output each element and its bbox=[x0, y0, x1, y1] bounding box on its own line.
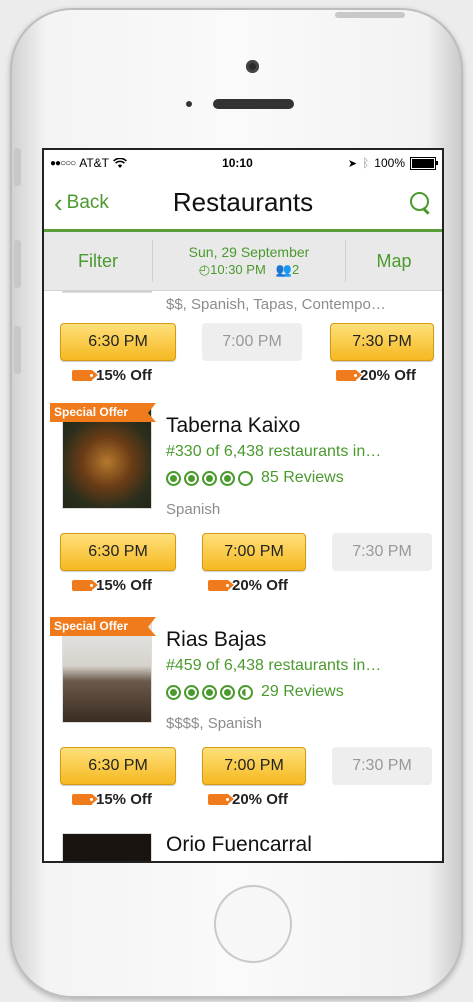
rating-bubble-icon bbox=[220, 684, 235, 700]
special-offer-badge: Special Offer bbox=[50, 617, 156, 636]
discount-label: 20% Off bbox=[208, 577, 288, 594]
filter-bar: Filter Sun, 29 September ◴10:30 PM 👥2 Ma… bbox=[44, 232, 442, 291]
party-size-label: 2 bbox=[291, 262, 300, 277]
restaurant-name: Rias Bajas bbox=[166, 628, 267, 651]
time-slot-button[interactable]: 7:30 PM bbox=[330, 323, 434, 361]
rating-bubble-icon bbox=[184, 684, 199, 700]
restaurant-card[interactable]: Orio Fuencarral bbox=[44, 821, 442, 861]
volume-up-button bbox=[14, 240, 21, 288]
price-tag-icon bbox=[72, 370, 98, 381]
restaurant-tags: $$$$, Spanish bbox=[166, 715, 262, 732]
rating-bubble-icon bbox=[184, 470, 199, 486]
restaurant-card[interactable]: $$, Spanish, Tapas, Contempo… 6:30 PM 7:… bbox=[44, 291, 442, 394]
review-count[interactable]: 29 Reviews bbox=[261, 683, 344, 701]
restaurant-tags: $$, Spanish, Tapas, Contempo… bbox=[166, 296, 386, 313]
date-label: Sun, 29 September bbox=[188, 244, 310, 260]
rating-bubble-icon bbox=[238, 470, 253, 486]
price-tag-icon bbox=[336, 370, 362, 381]
rating-bubble-icon bbox=[202, 470, 217, 486]
time-slot-unavailable: 7:30 PM bbox=[332, 747, 432, 785]
special-offer-badge: Special Offer bbox=[50, 403, 156, 422]
discount-label: 20% Off bbox=[336, 367, 416, 384]
time-slot-button[interactable]: 6:30 PM bbox=[60, 747, 176, 785]
restaurant-photo bbox=[62, 291, 152, 293]
time-slot-unavailable: 7:30 PM bbox=[332, 533, 432, 571]
discount-label: 15% Off bbox=[72, 577, 152, 594]
mute-switch bbox=[14, 148, 21, 186]
restaurant-name: Orio Fuencarral bbox=[166, 833, 312, 856]
bluetooth-icon: ᛒ bbox=[362, 156, 370, 170]
time-slot-unavailable: 7:00 PM bbox=[202, 323, 302, 361]
earpiece-speaker bbox=[213, 99, 294, 109]
status-bar: ●●○○○ AT&T 10:10 ➤ ᛒ 100% bbox=[44, 150, 442, 176]
wifi-icon bbox=[113, 157, 127, 168]
search-icon[interactable] bbox=[408, 191, 432, 215]
front-camera bbox=[246, 60, 259, 73]
discount-label: 15% Off bbox=[72, 367, 152, 384]
restaurant-tags: Spanish bbox=[166, 501, 221, 518]
home-button[interactable] bbox=[214, 885, 292, 963]
rating-bubble-icon bbox=[166, 470, 181, 486]
map-button[interactable]: Map bbox=[346, 240, 442, 282]
battery-icon bbox=[410, 156, 438, 170]
clock-icon: ◴ bbox=[198, 262, 211, 277]
rating-row: 29 Reviews bbox=[166, 683, 344, 701]
rating-bubble-icon bbox=[220, 470, 235, 486]
time-slot-button[interactable]: 6:30 PM bbox=[60, 323, 176, 361]
rating-row: 85 Reviews bbox=[166, 469, 344, 487]
restaurant-card[interactable]: Special Offer Rias Bajas #459 of 6,438 r… bbox=[44, 607, 442, 822]
people-icon: 👥 bbox=[275, 262, 292, 277]
carrier-label: AT&T bbox=[79, 156, 109, 170]
restaurant-card[interactable]: Special Offer Taberna Kaixo #330 of 6,43… bbox=[44, 393, 442, 608]
price-tag-icon bbox=[72, 580, 98, 591]
location-icon: ➤ bbox=[347, 157, 358, 170]
restaurant-list: $$, Spanish, Tapas, Contempo… 6:30 PM 7:… bbox=[44, 291, 442, 861]
signal-icon: ●●○○○ bbox=[50, 157, 76, 169]
volume-down-button bbox=[14, 326, 21, 374]
price-tag-icon bbox=[208, 794, 234, 805]
proximity-sensor bbox=[186, 101, 192, 107]
battery-percent: 100% bbox=[374, 156, 405, 170]
rating-bubble-icon bbox=[202, 684, 217, 700]
date-time-selector[interactable]: Sun, 29 September ◴10:30 PM 👥2 bbox=[153, 240, 346, 282]
restaurant-rank: #330 of 6,438 restaurants in… bbox=[166, 443, 382, 460]
time-slot-button[interactable]: 6:30 PM bbox=[60, 533, 176, 571]
filter-button[interactable]: Filter bbox=[44, 240, 153, 282]
app-screen: ●●○○○ AT&T 10:10 ➤ ᛒ 100% ‹ Back Restaur… bbox=[42, 148, 444, 863]
time-slot-button[interactable]: 7:00 PM bbox=[202, 747, 306, 785]
time-label: 10:30 PM bbox=[210, 262, 266, 277]
restaurant-rank: #459 of 6,438 restaurants in… bbox=[166, 657, 382, 674]
time-slot-button[interactable]: 7:00 PM bbox=[202, 533, 306, 571]
discount-label: 20% Off bbox=[208, 791, 288, 808]
rating-bubble-icon bbox=[238, 684, 253, 700]
clock: 10:10 bbox=[222, 156, 253, 170]
price-tag-icon bbox=[72, 794, 98, 805]
discount-label: 15% Off bbox=[72, 791, 152, 808]
restaurant-name: Taberna Kaixo bbox=[166, 414, 301, 437]
navigation-bar: ‹ Back Restaurants bbox=[44, 176, 442, 232]
rating-bubble-icon bbox=[166, 684, 181, 700]
restaurant-photo bbox=[62, 833, 152, 861]
power-button bbox=[335, 12, 405, 18]
back-label: Back bbox=[66, 191, 109, 213]
price-tag-icon bbox=[208, 580, 234, 591]
review-count[interactable]: 85 Reviews bbox=[261, 469, 344, 487]
back-button[interactable]: ‹ Back bbox=[54, 190, 109, 216]
chevron-left-icon: ‹ bbox=[54, 187, 63, 218]
